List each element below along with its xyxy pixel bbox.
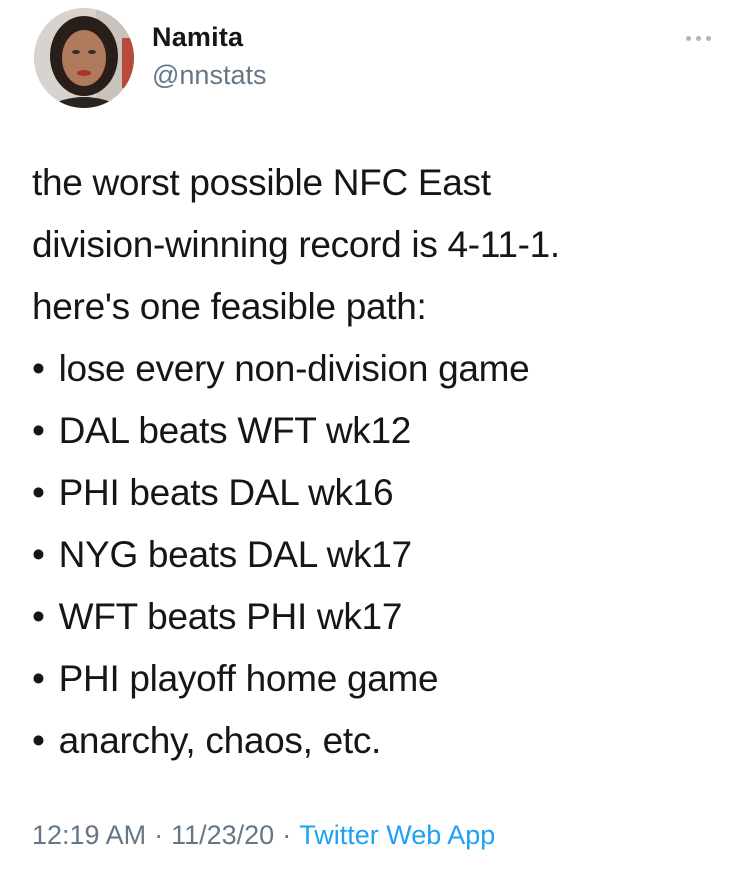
tweet-date[interactable]: 11/23/20: [171, 820, 274, 850]
avatar[interactable]: [34, 8, 134, 108]
list-item-text: NYG beats DAL wk17: [58, 534, 412, 575]
more-horizontal-icon[interactable]: [678, 28, 718, 48]
tweet-card: Namita @nnstats the worst possible NFC E…: [0, 0, 750, 876]
author-handle[interactable]: @nnstats: [152, 60, 266, 91]
tweet-line: the worst possible NFC East: [32, 162, 491, 203]
bullet: •: [32, 658, 45, 699]
dot: [695, 35, 701, 41]
list-item: • NYG beats DAL wk17: [32, 524, 732, 586]
bullet: •: [32, 720, 45, 761]
bullet: •: [32, 596, 45, 637]
bullet: •: [32, 472, 45, 513]
tweet-line: division-winning record is 4-11-1.: [32, 224, 560, 265]
list-item: • lose every non-division game: [32, 338, 732, 400]
list-item-text: PHI beats DAL wk16: [58, 472, 394, 513]
list-item: • WFT beats PHI wk17: [32, 586, 732, 648]
list-item-text: PHI playoff home game: [58, 658, 439, 699]
tweet-source-link[interactable]: Twitter Web App: [299, 820, 495, 850]
tweet-time[interactable]: 12:19 AM: [32, 820, 146, 850]
list-item: • anarchy, chaos, etc.: [32, 710, 732, 772]
list-item-text: WFT beats PHI wk17: [58, 596, 403, 637]
tweet-text: the worst possible NFC East division-win…: [32, 152, 732, 772]
list-item: • PHI playoff home game: [32, 648, 732, 710]
bullet: •: [32, 348, 45, 389]
list-item: • DAL beats WFT wk12: [32, 400, 732, 462]
list-item-text: DAL beats WFT wk12: [58, 410, 412, 451]
tweet-meta: 12:19 AM · 11/23/20 · Twitter Web App: [32, 820, 495, 851]
meta-separator: ·: [282, 820, 292, 850]
bullet: •: [32, 534, 45, 575]
author-name[interactable]: Namita: [152, 22, 243, 53]
meta-separator: ·: [154, 820, 164, 850]
list-item: • PHI beats DAL wk16: [32, 462, 732, 524]
tweet-line: here's one feasible path:: [32, 286, 427, 327]
dot: [705, 35, 711, 41]
list-item-text: anarchy, chaos, etc.: [58, 720, 382, 761]
bullet: •: [32, 410, 45, 451]
list-item-text: lose every non-division game: [58, 348, 530, 389]
dot: [685, 35, 691, 41]
